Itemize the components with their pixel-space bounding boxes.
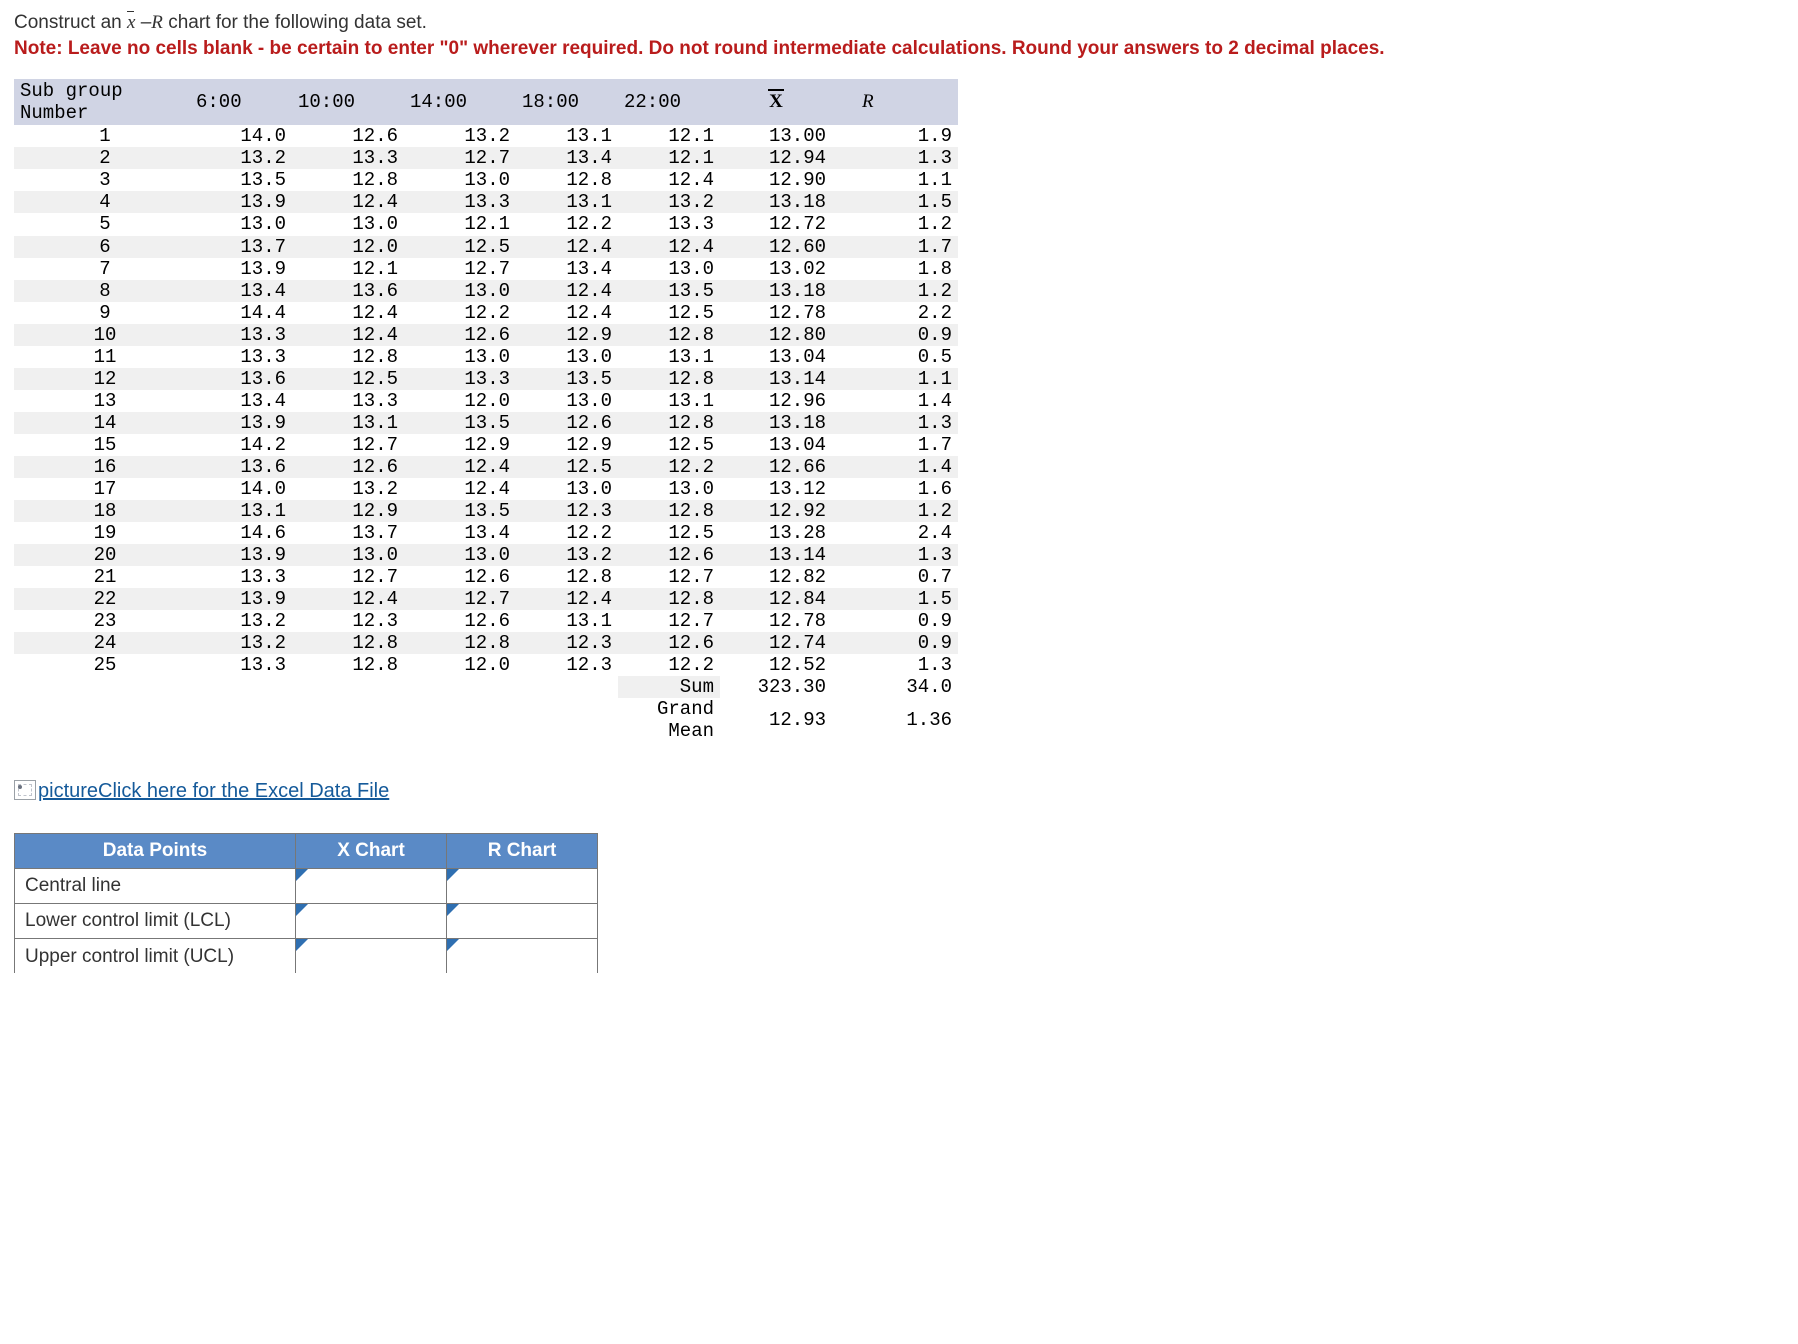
table-row: 1714.013.212.413.013.013.121.6	[14, 478, 958, 500]
answer-row-ucl: Upper control limit (UCL)	[15, 939, 598, 974]
col-14: 14:00	[404, 79, 516, 125]
table-row: 2513.312.812.012.312.212.521.3	[14, 654, 958, 676]
table-row: 1813.112.913.512.312.812.921.2	[14, 500, 958, 522]
col-subgroup: Sub group Number	[14, 79, 190, 125]
col-18: 18:00	[516, 79, 618, 125]
data-table: Sub group Number 6:00 10:00 14:00 18:00 …	[14, 79, 958, 742]
table-row: 1514.212.712.912.912.513.041.7	[14, 434, 958, 456]
table-row: 2213.912.412.712.412.812.841.5	[14, 588, 958, 610]
input-central-x[interactable]	[296, 869, 447, 904]
table-row: 1113.312.813.013.013.113.040.5	[14, 346, 958, 368]
cell-marker-icon	[447, 869, 459, 881]
sum-row: Sum 323.30 34.0	[14, 676, 958, 698]
table-row: 1914.613.713.412.212.513.282.4	[14, 522, 958, 544]
table-row: 2313.212.312.613.112.712.780.9	[14, 610, 958, 632]
answer-col-datapoints: Data Points	[15, 834, 296, 869]
table-row: 1213.612.513.313.512.813.141.1	[14, 368, 958, 390]
answer-col-xchart: X Chart	[296, 834, 447, 869]
table-row: 513.013.012.112.213.312.721.2	[14, 213, 958, 235]
data-table-header-row: Sub group Number 6:00 10:00 14:00 18:00 …	[14, 79, 958, 125]
table-row: 713.912.112.713.413.013.021.8	[14, 258, 958, 280]
table-row: 413.912.413.313.113.213.181.5	[14, 191, 958, 213]
question-prompt: Construct an x –R chart for the followin…	[14, 10, 1784, 61]
excel-file-link-row: pictureClick here for the Excel Data Fil…	[14, 780, 1784, 803]
col-6: 6:00	[190, 79, 292, 125]
table-row: 313.512.813.012.812.412.901.1	[14, 169, 958, 191]
col-10: 10:00	[292, 79, 404, 125]
input-ucl-r[interactable]	[447, 939, 598, 974]
input-central-r[interactable]	[447, 869, 598, 904]
table-row: 1013.312.412.612.912.812.800.9	[14, 324, 958, 346]
table-row: 2013.913.013.013.212.613.141.3	[14, 544, 958, 566]
prompt-line-1: Construct an x –R chart for the followin…	[14, 12, 427, 33]
input-lcl-r[interactable]	[447, 904, 598, 939]
input-ucl-x[interactable]	[296, 939, 447, 974]
cell-marker-icon	[296, 869, 308, 881]
table-row: 2413.212.812.812.312.612.740.9	[14, 632, 958, 654]
table-row: 1413.913.113.512.612.813.181.3	[14, 412, 958, 434]
table-row: 114.012.613.213.112.113.001.9	[14, 125, 958, 147]
table-row: 914.412.412.212.412.512.782.2	[14, 302, 958, 324]
table-row: 613.712.012.512.412.412.601.7	[14, 236, 958, 258]
cell-marker-icon	[296, 939, 308, 951]
excel-file-link[interactable]: pictureClick here for the Excel Data Fil…	[38, 780, 389, 802]
table-row: 213.213.312.713.412.112.941.3	[14, 147, 958, 169]
answer-table: Data Points X Chart R Chart Central line…	[14, 833, 598, 973]
table-row: 2113.312.712.612.812.712.820.7	[14, 566, 958, 588]
table-row: 1613.612.612.412.512.212.661.4	[14, 456, 958, 478]
cell-marker-icon	[447, 939, 459, 951]
answer-row-lcl: Lower control limit (LCL)	[15, 904, 598, 939]
broken-image-icon	[14, 780, 36, 800]
input-lcl-x[interactable]	[296, 904, 447, 939]
col-R: R	[832, 79, 958, 125]
table-row: 1313.413.312.013.013.112.961.4	[14, 390, 958, 412]
prompt-note: Note: Leave no cells blank - be certain …	[14, 38, 1385, 59]
answer-row-central: Central line	[15, 869, 598, 904]
cell-marker-icon	[296, 904, 308, 916]
x-bar-symbol: x	[127, 10, 135, 36]
cell-marker-icon	[447, 904, 459, 916]
col-xbar: X	[720, 79, 832, 125]
table-row: 813.413.613.012.413.513.181.2	[14, 280, 958, 302]
answer-col-rchart: R Chart	[447, 834, 598, 869]
col-22: 22:00	[618, 79, 720, 125]
grand-mean-row: Grand Mean 12.93 1.36	[14, 698, 958, 742]
